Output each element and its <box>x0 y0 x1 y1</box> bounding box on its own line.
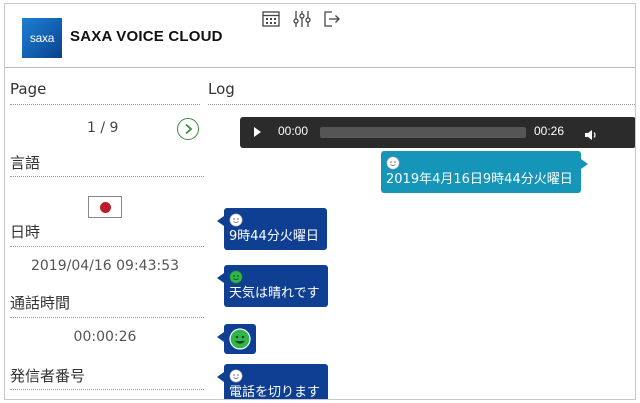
white-face-icon <box>386 156 400 170</box>
pager: 1 / 9 <box>5 118 205 142</box>
green-face-icon <box>229 270 243 284</box>
total-time: 00:26 <box>534 124 565 138</box>
language-label: 言語 <box>10 154 41 172</box>
audio-player: 00:00 00:26 <box>240 117 635 148</box>
current-time: 00:00 <box>278 124 309 138</box>
log-message-text: 電話を切ります <box>229 385 321 400</box>
saxa-logo: saxa <box>22 18 62 58</box>
log-message-2: 9時44分火曜日 <box>217 208 327 250</box>
pager-text: 1 / 9 <box>87 120 119 136</box>
log-message-text: 2019年4月16日9時44分火曜日 <box>386 172 573 187</box>
log-header-divider <box>208 104 635 105</box>
header: saxa SAXA VOICE CLOUD <box>5 4 635 68</box>
log-message-text: 天気は晴れです <box>229 286 320 301</box>
logout-icon[interactable] <box>322 9 342 29</box>
page-header-divider <box>10 104 200 105</box>
caller-number-divider <box>10 389 204 390</box>
logo-text: saxa <box>29 31 55 45</box>
play-icon[interactable] <box>254 127 261 137</box>
calendar-icon[interactable] <box>261 9 281 29</box>
seek-bar[interactable] <box>320 127 526 138</box>
log-message-4 <box>217 324 256 354</box>
datetime-divider <box>10 246 204 247</box>
duration-label: 通話時間 <box>10 294 71 312</box>
duration-value: 00:00:26 <box>73 329 137 345</box>
log-message-3: 天気は晴れです <box>217 265 328 307</box>
white-face-icon <box>229 213 243 227</box>
datetime-value: 2019/04/16 09:43:53 <box>30 258 180 274</box>
log-column-header: Log <box>208 80 235 98</box>
green-face-icon <box>229 328 251 350</box>
volume-icon[interactable] <box>584 126 598 145</box>
japan-flag-icon <box>88 196 122 218</box>
app-title: SAXA VOICE CLOUD <box>70 28 223 45</box>
datetime-label: 日時 <box>10 223 41 241</box>
chevron-right-icon <box>185 123 193 135</box>
page-column-header: Page <box>10 80 47 98</box>
next-page-button[interactable] <box>177 118 199 140</box>
language-divider <box>10 176 204 177</box>
app-frame: saxa SAXA VOICE CLOUD Page Log 1 / 9 言語 … <box>4 3 636 400</box>
sliders-icon[interactable] <box>292 9 312 29</box>
log-message-text: 9時44分火曜日 <box>229 229 319 244</box>
log-message-5: 電話を切ります <box>217 364 329 400</box>
duration-divider <box>10 317 204 318</box>
log-message-1: 2019年4月16日9時44分火曜日 <box>381 151 588 193</box>
caller-number-label: 発信者番号 <box>10 367 86 385</box>
white-face-icon <box>229 369 243 383</box>
